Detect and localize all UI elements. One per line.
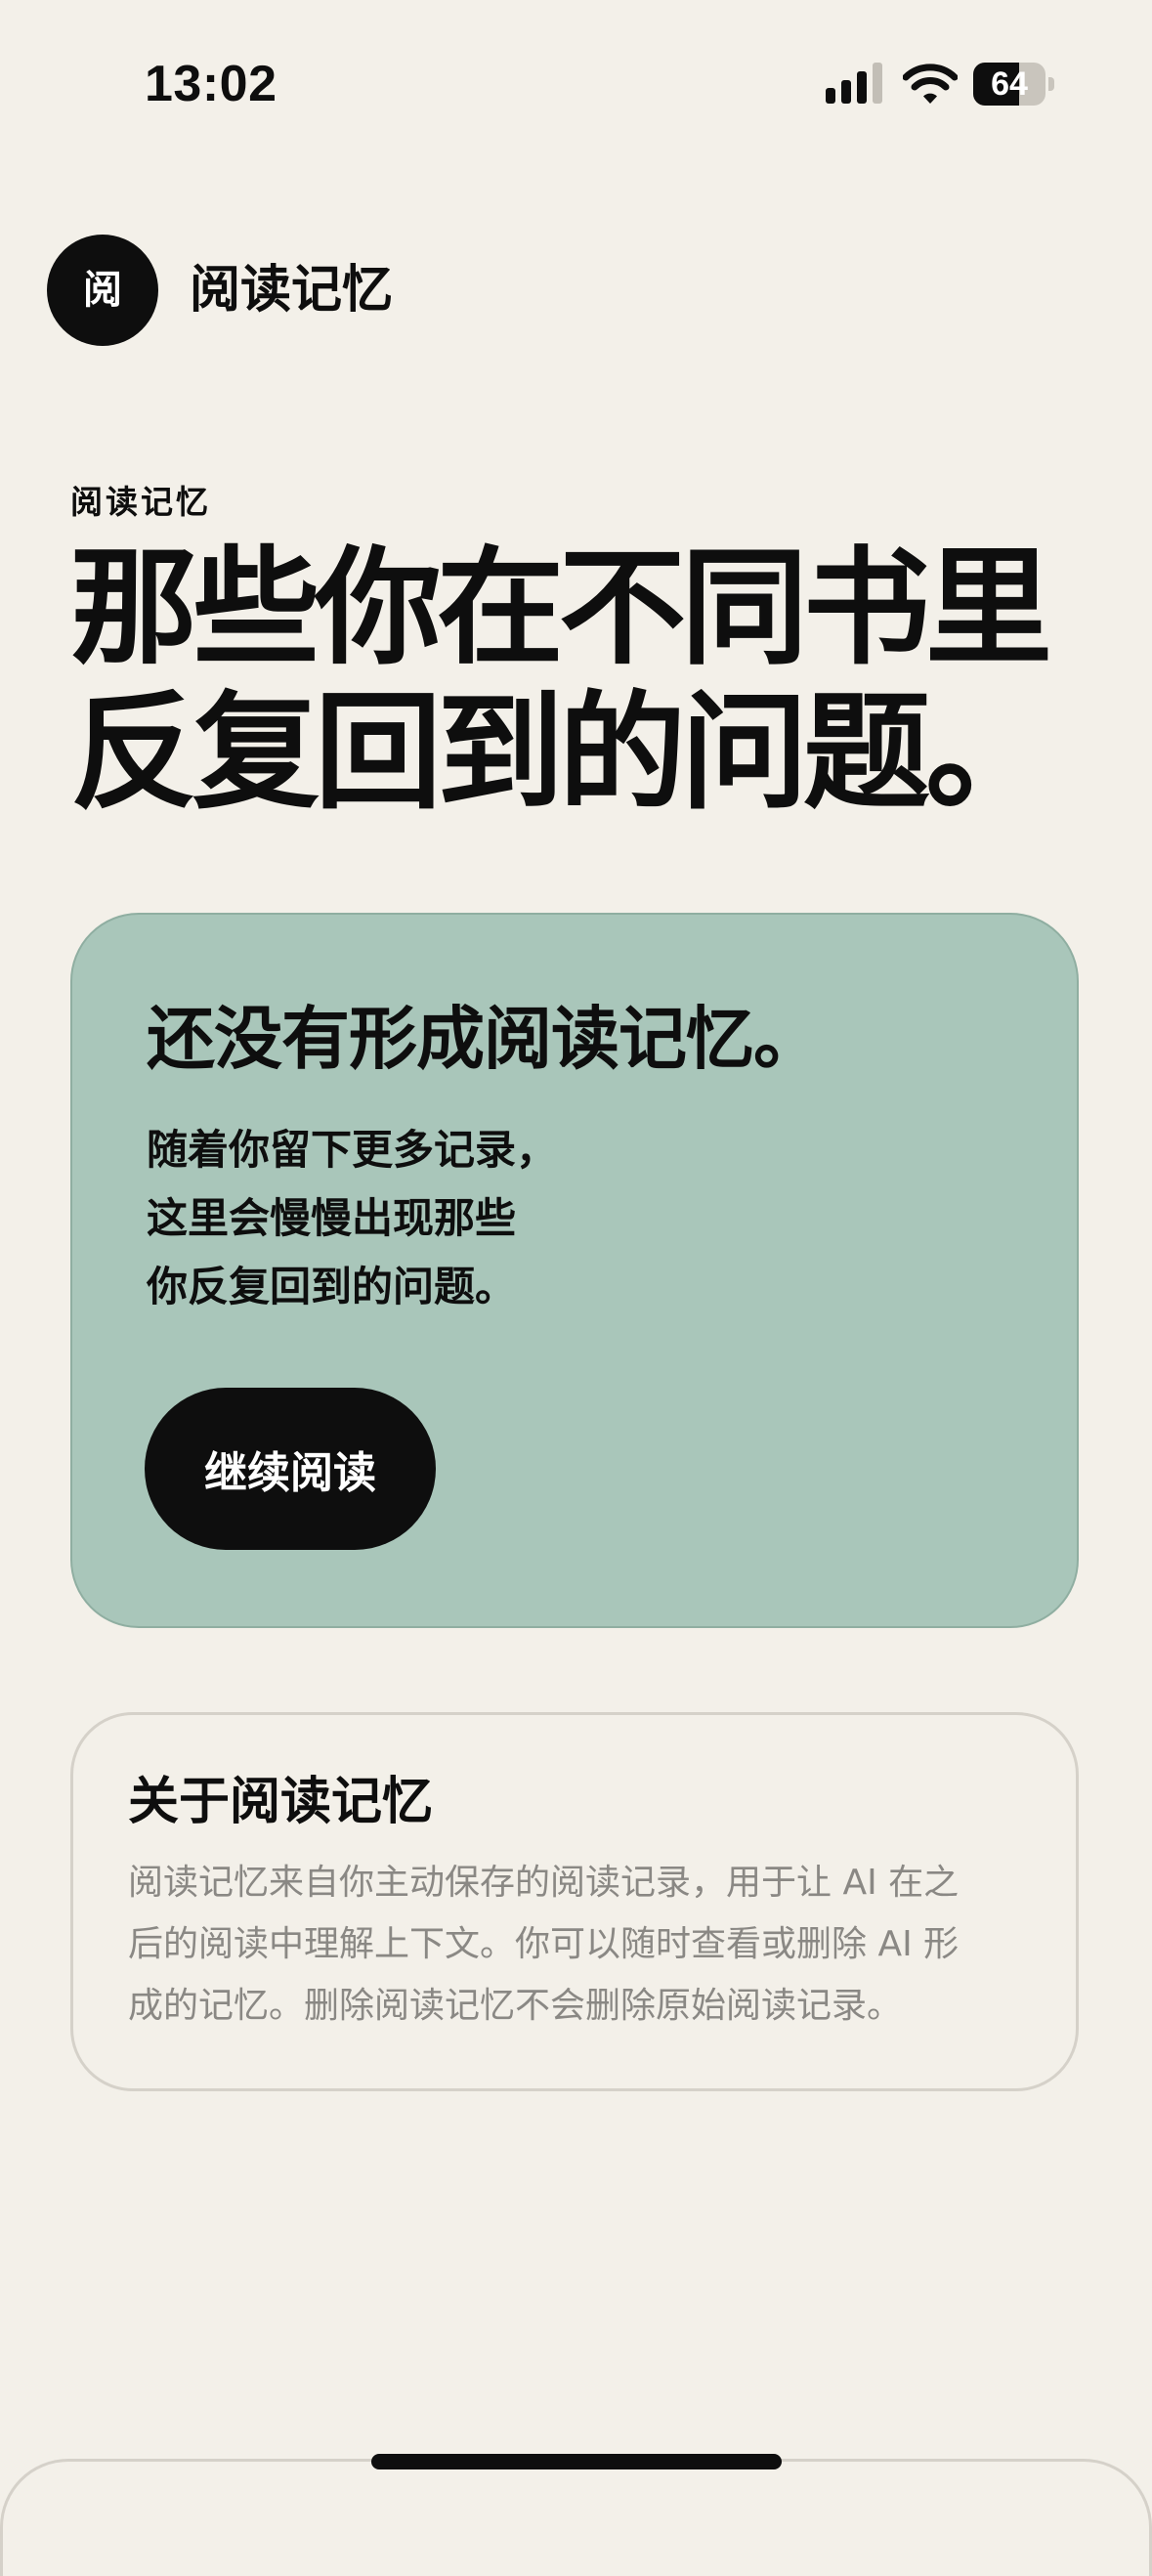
- battery-body: 64: [973, 63, 1045, 106]
- about-body-line: 后的阅读中理解上下文。你可以随时查看或删除 AI 形: [128, 1924, 960, 1964]
- empty-state-body-line: 随着你留下更多记录，: [147, 1126, 558, 1174]
- section-eyebrow: 阅读记忆: [70, 483, 211, 521]
- empty-state-title: 还没有形成阅读记忆。: [147, 999, 822, 1079]
- signal-icon: [826, 63, 882, 104]
- home-indicator[interactable]: [371, 2454, 782, 2469]
- bottom-sheet-edge: [0, 2459, 1152, 2576]
- hero-title: 那些你在不同书里 反复回到的问题。: [70, 536, 1106, 825]
- about-body-line: 阅读记忆来自你主动保存的阅读记录，用于让 AI 在之: [128, 1863, 960, 1903]
- about-card: 关于阅读记忆 阅读记忆来自你主动保存的阅读记录，用于让 AI 在之 后的阅读中理…: [70, 1712, 1079, 2091]
- empty-state-card: 还没有形成阅读记忆。 随着你留下更多记录， 这里会慢慢出现那些 你反复回到的问题…: [70, 913, 1079, 1628]
- battery-level: 64: [991, 65, 1028, 103]
- app-logo[interactable]: 阅: [47, 235, 158, 346]
- wifi-icon: [903, 64, 958, 104]
- hero-title-line: 那些你在不同书里: [70, 534, 1052, 682]
- empty-state-body-line: 这里会慢慢出现那些: [147, 1194, 517, 1242]
- status-time: 13:02: [145, 56, 277, 112]
- app-title: 阅读记忆: [190, 261, 394, 320]
- about-title: 关于阅读记忆: [128, 1773, 434, 1831]
- battery-cap: [1048, 77, 1054, 91]
- continue-reading-button[interactable]: 继续阅读: [145, 1388, 436, 1550]
- about-body: 阅读记忆来自你主动保存的阅读记录，用于让 AI 在之 后的阅读中理解上下文。你可…: [128, 1852, 1027, 2037]
- battery-icon: 64: [973, 63, 1055, 106]
- hero-title-line: 反复回到的问题。: [70, 678, 1052, 827]
- empty-state-body: 随着你留下更多记录， 这里会慢慢出现那些 你反复回到的问题。: [147, 1116, 557, 1321]
- about-body-line: 成的记忆。删除阅读记忆不会删除原始阅读记录。: [128, 1986, 903, 2026]
- empty-state-body-line: 你反复回到的问题。: [147, 1263, 517, 1310]
